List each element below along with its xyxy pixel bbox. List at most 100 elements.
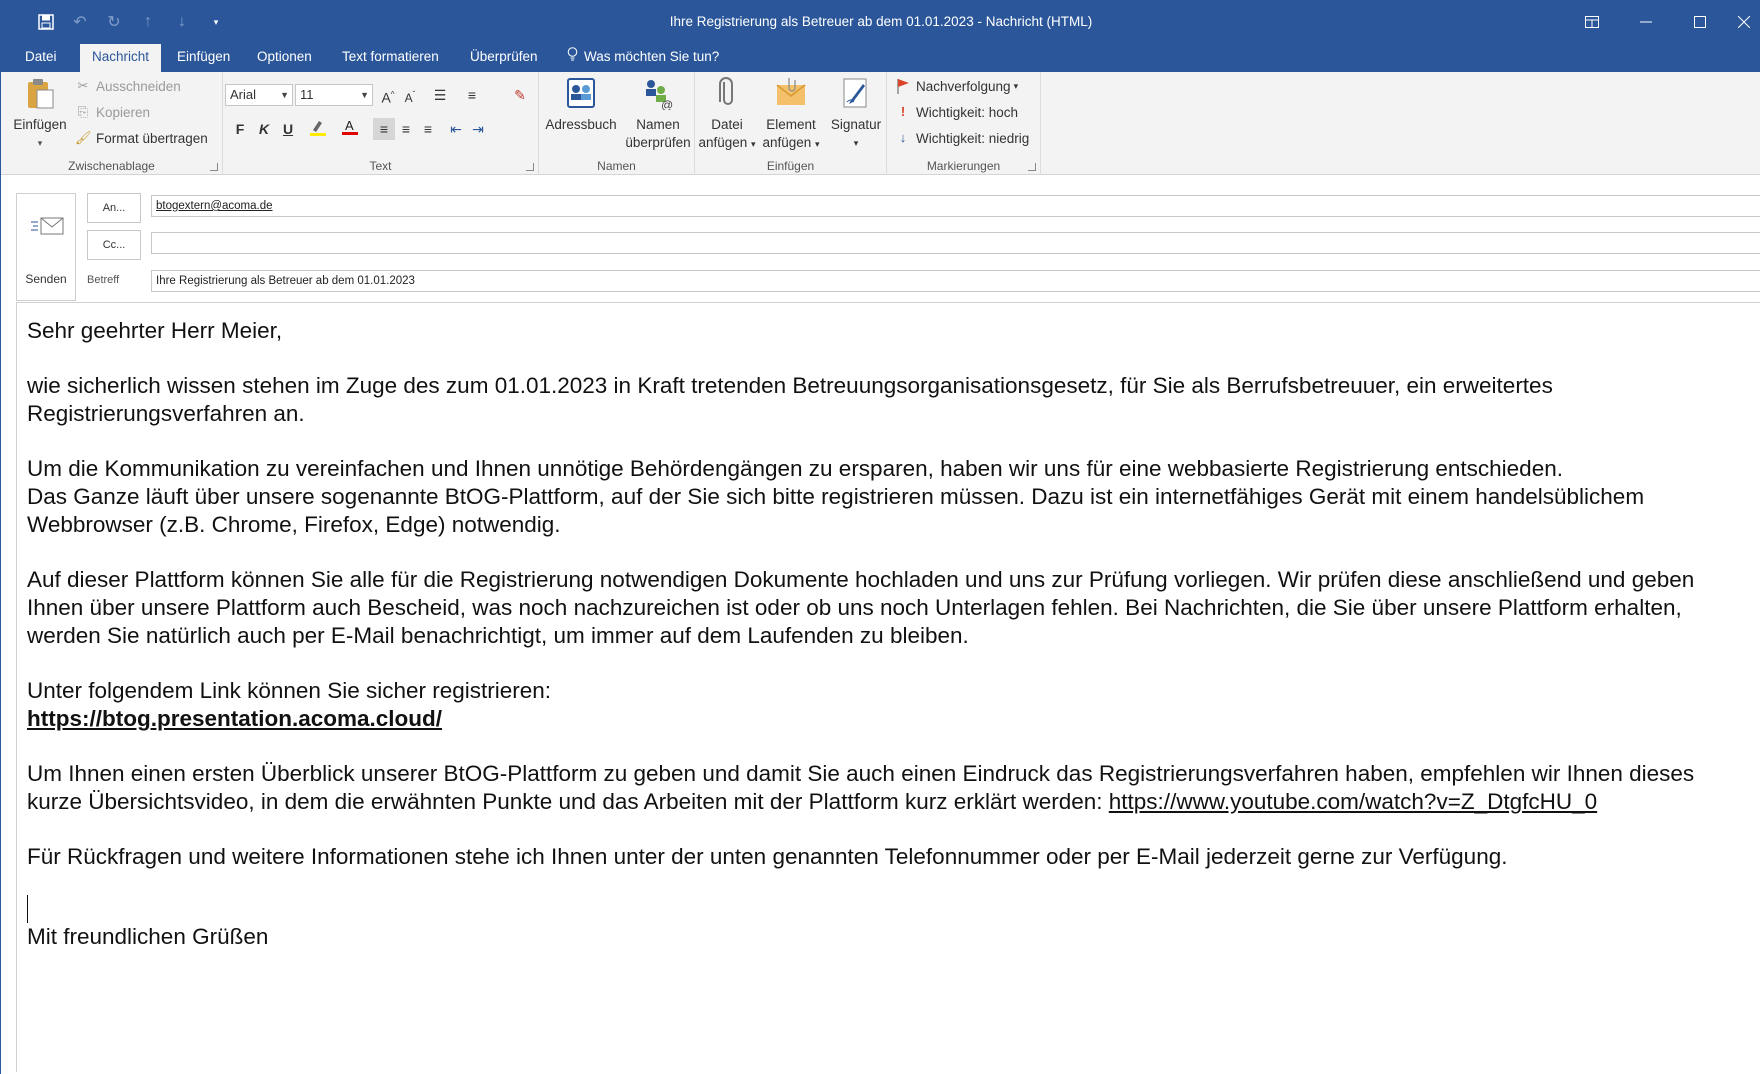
chevron-down-icon: ▾	[1013, 80, 1019, 91]
copy-button[interactable]: ⎘ Kopieren	[75, 104, 150, 120]
ribbon: Einfügen ▾ ✂ Ausschneiden ⎘ Kopieren 🖌 Form…	[1, 72, 1760, 175]
paragraph-2a: Um die Kommunikation zu vereinfachen und…	[27, 456, 1563, 481]
check-names-icon: @	[646, 80, 673, 110]
clear-formatting-icon[interactable]: ✎	[509, 84, 531, 106]
grow-font-icon[interactable]: A^	[377, 84, 399, 106]
tab-ueberpruefen[interactable]: Überprüfen	[458, 44, 550, 72]
signature-icon	[843, 78, 867, 108]
send-button[interactable]: Senden	[16, 193, 76, 301]
tags-group-label: Markierungen	[926, 159, 1001, 173]
copy-icon: ⎘	[77, 104, 89, 119]
closing: Mit freundlichen Grüßen	[27, 924, 269, 949]
shrink-font-icon[interactable]: Aˇ	[399, 84, 421, 106]
group-text: Arial ▼ 11 ▼ A^ Aˇ ☰ ≡ ✎ F K U A ≡ ≡ ≡ ⇤ ⇥	[223, 72, 539, 175]
address-book-button[interactable]: Adressbuch	[543, 76, 619, 134]
paste-label: Einfügen	[13, 117, 67, 132]
bullets-icon[interactable]: ☰	[429, 84, 451, 106]
clipboard-launcher-icon[interactable]	[210, 163, 218, 171]
empty-line	[27, 895, 1748, 923]
font-size-value: 11	[300, 87, 314, 102]
high-importance-label: Wichtigkeit: hoch	[916, 104, 1019, 120]
paragraph-3: Auf dieser Plattform können Sie alle für…	[27, 567, 1695, 648]
message-body[interactable]: Sehr geehrter Herr Meier, wie sicherlich…	[16, 302, 1760, 1072]
chevron-down-icon: ▾	[815, 139, 820, 149]
paste-button[interactable]: Einfügen ▾	[11, 76, 69, 152]
tab-text-formatieren[interactable]: Text formatieren	[330, 44, 451, 72]
tell-me-search[interactable]: Was möchten Sie tun?	[567, 44, 719, 72]
platform-link[interactable]: https://btog.presentation.acoma.cloud/	[27, 706, 442, 731]
paragraph-2b: Das Ganze läuft über unsere sogenannte B…	[27, 484, 1645, 537]
to-field[interactable]: btogextern@acoma.de	[151, 195, 1760, 217]
align-left-icon[interactable]: ≡	[373, 118, 395, 140]
check-names-label-1: Namen	[636, 117, 680, 132]
attach-item-label-2: anfügen	[762, 135, 812, 150]
to-button[interactable]: An...	[87, 193, 141, 223]
highlight-icon[interactable]	[307, 118, 329, 140]
check-names-button[interactable]: @ Namen überprüfen	[621, 76, 695, 152]
text-group-label: Text	[369, 159, 392, 173]
to-recipient[interactable]: btogextern@acoma.de	[156, 200, 273, 212]
address-book-icon	[567, 78, 595, 108]
format-painter-button[interactable]: 🖌 Format übertragen	[75, 130, 208, 146]
low-importance-button[interactable]: ↓ Wichtigkeit: niedrig	[895, 130, 1030, 146]
align-right-icon[interactable]: ≡	[417, 118, 439, 140]
bold-button[interactable]: F	[229, 118, 251, 140]
tab-optionen[interactable]: Optionen	[245, 44, 324, 72]
attach-item-label-1: Element	[766, 117, 816, 132]
tab-einfuegen[interactable]: Einfügen	[165, 44, 242, 72]
chevron-down-icon: ▼	[360, 90, 369, 100]
video-link[interactable]: https://www.youtube.com/watch?v=Z_DtgfcH…	[1109, 789, 1597, 814]
paintbrush-icon: 🖌	[75, 130, 92, 145]
close-icon[interactable]	[1727, 0, 1760, 44]
clipboard-group-label: Zwischenablage	[68, 159, 155, 173]
group-clipboard: Einfügen ▾ ✂ Ausschneiden ⎘ Kopieren 🖌 Form…	[1, 72, 223, 175]
font-name-combo[interactable]: Arial ▼	[225, 84, 293, 106]
flag-icon	[895, 78, 911, 94]
font-color-icon[interactable]: A	[339, 118, 361, 140]
names-group-label: Namen	[597, 159, 636, 173]
chevron-down-icon: ▾	[751, 139, 756, 149]
cut-label: Ausschneiden	[96, 78, 181, 94]
font-size-combo[interactable]: 11 ▼	[295, 84, 373, 106]
message-text[interactable]: Sehr geehrter Herr Meier, wie sicherlich…	[27, 317, 1748, 978]
increase-indent-icon[interactable]: ⇥	[467, 118, 489, 140]
align-center-icon[interactable]: ≡	[395, 118, 417, 140]
chevron-down-icon: ▾	[853, 138, 859, 148]
follow-up-button[interactable]: Nachverfolgung ▾	[895, 78, 1018, 94]
envelope-icon	[776, 78, 806, 105]
tags-launcher-icon[interactable]	[1028, 163, 1036, 171]
tab-datei[interactable]: Datei	[13, 44, 69, 72]
title-bar: ↶ ↻ ↑ ↓ ▾ Ihre Registrierung als Betreue…	[1, 0, 1760, 44]
low-importance-label: Wichtigkeit: niedrig	[916, 130, 1030, 146]
underline-button[interactable]: U	[277, 118, 299, 140]
ribbon-display-options-icon[interactable]	[1565, 0, 1619, 44]
text-caret	[27, 895, 28, 923]
signature-button[interactable]: Signatur ▾	[825, 76, 887, 152]
signature-label: Signatur	[830, 117, 882, 132]
lightbulb-icon	[567, 44, 578, 70]
subject-field[interactable]: Ihre Registrierung als Betreuer ab dem 0…	[151, 270, 1760, 292]
maximize-icon[interactable]	[1673, 0, 1727, 44]
high-importance-button[interactable]: ! Wichtigkeit: hoch	[895, 104, 1018, 120]
cc-field[interactable]	[151, 232, 1760, 254]
attach-file-button[interactable]: Datei anfügen ▾	[697, 76, 757, 153]
paragraph-6: Für Rückfragen und weitere Informationen…	[27, 844, 1508, 869]
text-launcher-icon[interactable]	[526, 163, 534, 171]
attach-file-label-2: anfügen	[698, 135, 748, 150]
send-label: Senden	[25, 272, 67, 286]
attach-item-button[interactable]: Element anfügen ▾	[759, 76, 823, 153]
tell-me-label: Was möchten Sie tun?	[584, 49, 720, 64]
tab-nachricht[interactable]: Nachricht	[80, 44, 162, 72]
address-book-label: Adressbuch	[545, 117, 617, 132]
cut-button[interactable]: ✂ Ausschneiden	[75, 78, 181, 94]
minimize-icon[interactable]	[1619, 0, 1673, 44]
decrease-indent-icon[interactable]: ⇤	[445, 118, 467, 140]
svg-text:@: @	[661, 98, 673, 110]
cc-button[interactable]: Cc...	[87, 230, 141, 260]
paragraph-1: wie sicherlich wissen stehen im Zuge des…	[27, 373, 1553, 426]
italic-button[interactable]: K	[253, 118, 275, 140]
paragraph-4: Unter folgendem Link können Sie sicher r…	[27, 677, 1748, 733]
numbering-icon[interactable]: ≡	[461, 84, 483, 106]
subject-label: Betreff	[87, 274, 120, 286]
scissors-icon: ✂	[77, 78, 89, 93]
